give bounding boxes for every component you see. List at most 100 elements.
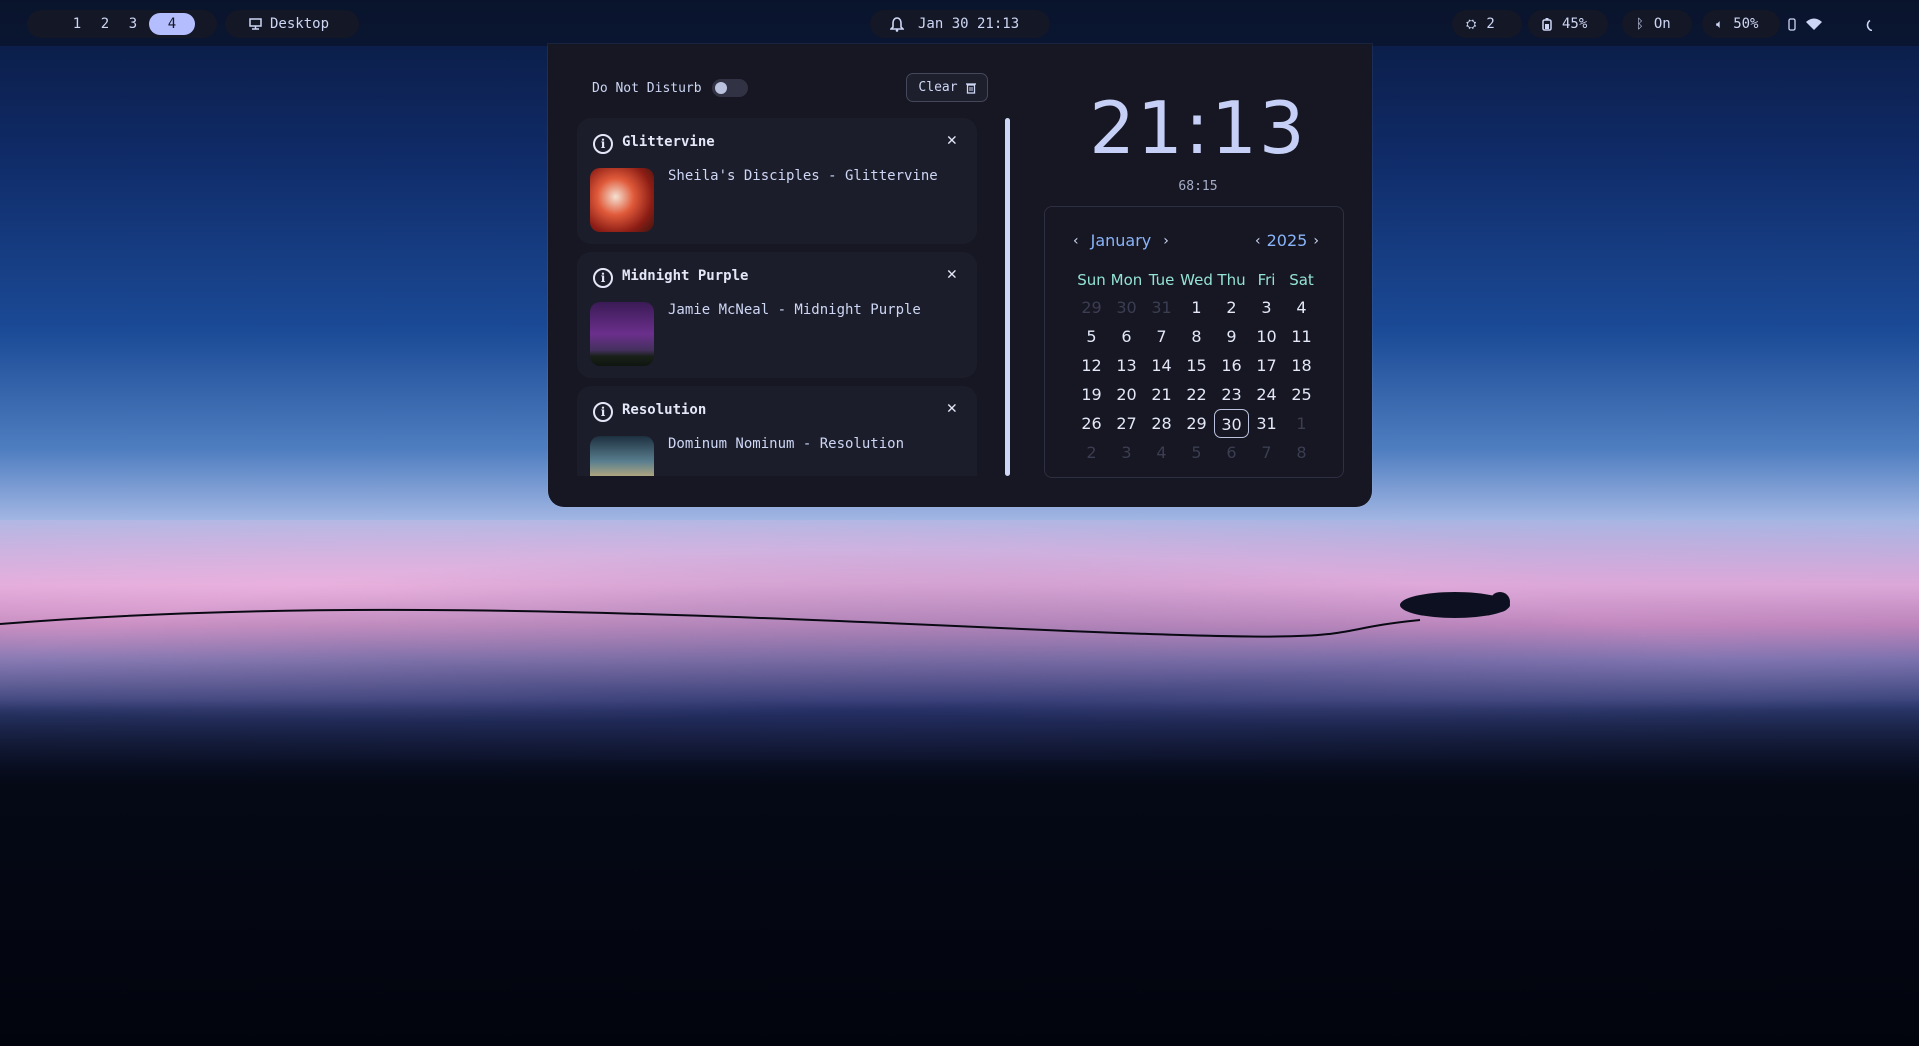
calendar-day[interactable]: 5: [1074, 322, 1109, 351]
year-label: 2025: [1266, 231, 1308, 250]
clear-label: Clear: [918, 80, 958, 95]
calendar-day[interactable]: 19: [1074, 380, 1109, 409]
calendar-day[interactable]: 3: [1109, 438, 1144, 467]
notification-list[interactable]: i Glittervine ✕ Sheila's Disciples - Gli…: [577, 118, 979, 476]
next-month-chevron-icon[interactable]: ›: [1163, 233, 1169, 249]
close-icon[interactable]: ✕: [947, 398, 957, 418]
bell-icon: [890, 16, 904, 32]
bluetooth-indicator[interactable]: ᛒ On: [1622, 10, 1692, 38]
calendar-day[interactable]: 21: [1144, 380, 1179, 409]
phone-icon[interactable]: [1788, 17, 1796, 31]
calendar-day[interactable]: 8: [1179, 322, 1214, 351]
workspace-2[interactable]: 2: [91, 16, 119, 32]
weekday-header: Sun: [1077, 271, 1106, 289]
calendar-day[interactable]: 8: [1284, 438, 1319, 467]
calendar-day[interactable]: 2: [1214, 293, 1249, 322]
calendar-day[interactable]: 29: [1179, 409, 1214, 438]
notification-body: Jamie McNeal - Midnight Purple: [668, 302, 921, 318]
power-button[interactable]: [1852, 10, 1886, 38]
dnd-label: Do Not Disturb: [592, 80, 702, 96]
big-clock: 21:13: [1089, 86, 1307, 170]
datetime-label: Jan 30 21:13: [918, 16, 1020, 32]
volume-indicator[interactable]: 🔈︎ 50%: [1702, 10, 1780, 38]
notification-center: Do Not Disturb Clear i Glittervine ✕ She…: [548, 44, 1372, 507]
calendar-day[interactable]: 26: [1074, 409, 1109, 438]
calendar-day[interactable]: 12: [1074, 351, 1109, 380]
weekday-header: Mon: [1110, 271, 1143, 289]
album-art: [590, 436, 654, 476]
notification-card[interactable]: i Resolution ✕ Dominum Nominum - Resolut…: [577, 386, 977, 476]
notification-title: Resolution: [622, 402, 707, 418]
calendar-day[interactable]: 4: [1144, 438, 1179, 467]
updates-indicator[interactable]: ⛭ 2: [1452, 10, 1522, 38]
calendar-day[interactable]: 1: [1284, 409, 1319, 438]
calendar-day[interactable]: 16: [1214, 351, 1249, 380]
workspace-3[interactable]: 3: [119, 16, 147, 32]
calendar-day[interactable]: 20: [1109, 380, 1144, 409]
calendar-day[interactable]: 7: [1249, 438, 1284, 467]
uptime-label: 68:15: [1178, 179, 1218, 194]
top-bar: 1 2 3 4 Desktop Jan 30 21:13 ⛭ 2 45% ᛒ O…: [0, 0, 1919, 46]
calendar-day[interactable]: 6: [1109, 322, 1144, 351]
calendar-day[interactable]: 15: [1179, 351, 1214, 380]
calendar-day[interactable]: 14: [1144, 351, 1179, 380]
calendar-day[interactable]: 10: [1249, 322, 1284, 351]
notification-title: Glittervine: [622, 134, 715, 150]
dnd-row: Do Not Disturb: [592, 79, 748, 97]
calendar-day[interactable]: 3: [1249, 293, 1284, 322]
calendar-day[interactable]: 5: [1179, 438, 1214, 467]
weekday-header: Thu: [1217, 271, 1246, 289]
close-icon[interactable]: ✕: [947, 264, 957, 284]
calendar-day[interactable]: 22: [1179, 380, 1214, 409]
calendar-day[interactable]: 29: [1074, 293, 1109, 322]
notification-scrollbar[interactable]: [1005, 118, 1010, 476]
monitor-icon: [249, 18, 262, 30]
weekday-header: Tue: [1148, 271, 1175, 289]
calendar-day[interactable]: 25: [1284, 380, 1319, 409]
calendar-day[interactable]: 31: [1249, 409, 1284, 438]
bluetooth-status: On: [1653, 16, 1671, 32]
wallpaper-hills: [0, 700, 1919, 1046]
calendar-day[interactable]: 4: [1284, 293, 1319, 322]
calendar-day[interactable]: 30: [1109, 293, 1144, 322]
battery-icon: [1542, 17, 1552, 31]
calendar-day[interactable]: 6: [1214, 438, 1249, 467]
prev-year-chevron-icon[interactable]: ‹: [1255, 233, 1261, 249]
notification-card[interactable]: i Midnight Purple ✕ Jamie McNeal - Midni…: [577, 252, 977, 378]
calendar-day[interactable]: 24: [1249, 380, 1284, 409]
workspace-4[interactable]: 4: [149, 13, 195, 35]
calendar-day[interactable]: 18: [1284, 351, 1319, 380]
notification-card[interactable]: i Glittervine ✕ Sheila's Disciples - Gli…: [577, 118, 977, 244]
calendar-day[interactable]: 7: [1144, 322, 1179, 351]
calendar-day[interactable]: 9: [1214, 322, 1249, 351]
speaker-icon: 🔈︎: [1716, 16, 1724, 31]
prev-month-chevron-icon[interactable]: ‹: [1073, 233, 1079, 249]
power-icon: [1866, 19, 1872, 31]
info-icon: i: [593, 268, 613, 288]
calendar-day[interactable]: 2: [1074, 438, 1109, 467]
dnd-toggle[interactable]: [711, 79, 748, 97]
desktop-button[interactable]: Desktop: [225, 10, 359, 38]
calendar-day[interactable]: 31: [1144, 293, 1179, 322]
close-icon[interactable]: ✕: [947, 130, 957, 150]
month-selector: ‹ January ›: [1073, 231, 1169, 250]
calendar-day[interactable]: 1: [1179, 293, 1214, 322]
clock-button[interactable]: Jan 30 21:13: [870, 10, 1050, 38]
calendar-grid: Sun Mon Tue Wed Thu Fri Sat 29 30 31 1 2 3 4 5 6 7 8 9 10 11…: [1074, 267, 1319, 467]
workspace-1[interactable]: 1: [63, 16, 91, 32]
calendar-day[interactable]: 23: [1214, 380, 1249, 409]
calendar-day-today[interactable]: 30: [1214, 409, 1249, 438]
volume-value: 50%: [1733, 16, 1759, 32]
weekday-header: Sat: [1289, 271, 1314, 289]
calendar-day[interactable]: 27: [1109, 409, 1144, 438]
wifi-icon[interactable]: [1806, 18, 1822, 30]
calendar-day[interactable]: 28: [1144, 409, 1179, 438]
album-art: [590, 302, 654, 366]
wallpaper-wire: [0, 592, 1510, 638]
calendar-day[interactable]: 11: [1284, 322, 1319, 351]
calendar-day[interactable]: 13: [1109, 351, 1144, 380]
calendar-day[interactable]: 17: [1249, 351, 1284, 380]
battery-indicator[interactable]: 45%: [1528, 10, 1608, 38]
clear-button[interactable]: Clear: [906, 73, 988, 102]
next-year-chevron-icon[interactable]: ›: [1313, 233, 1319, 249]
